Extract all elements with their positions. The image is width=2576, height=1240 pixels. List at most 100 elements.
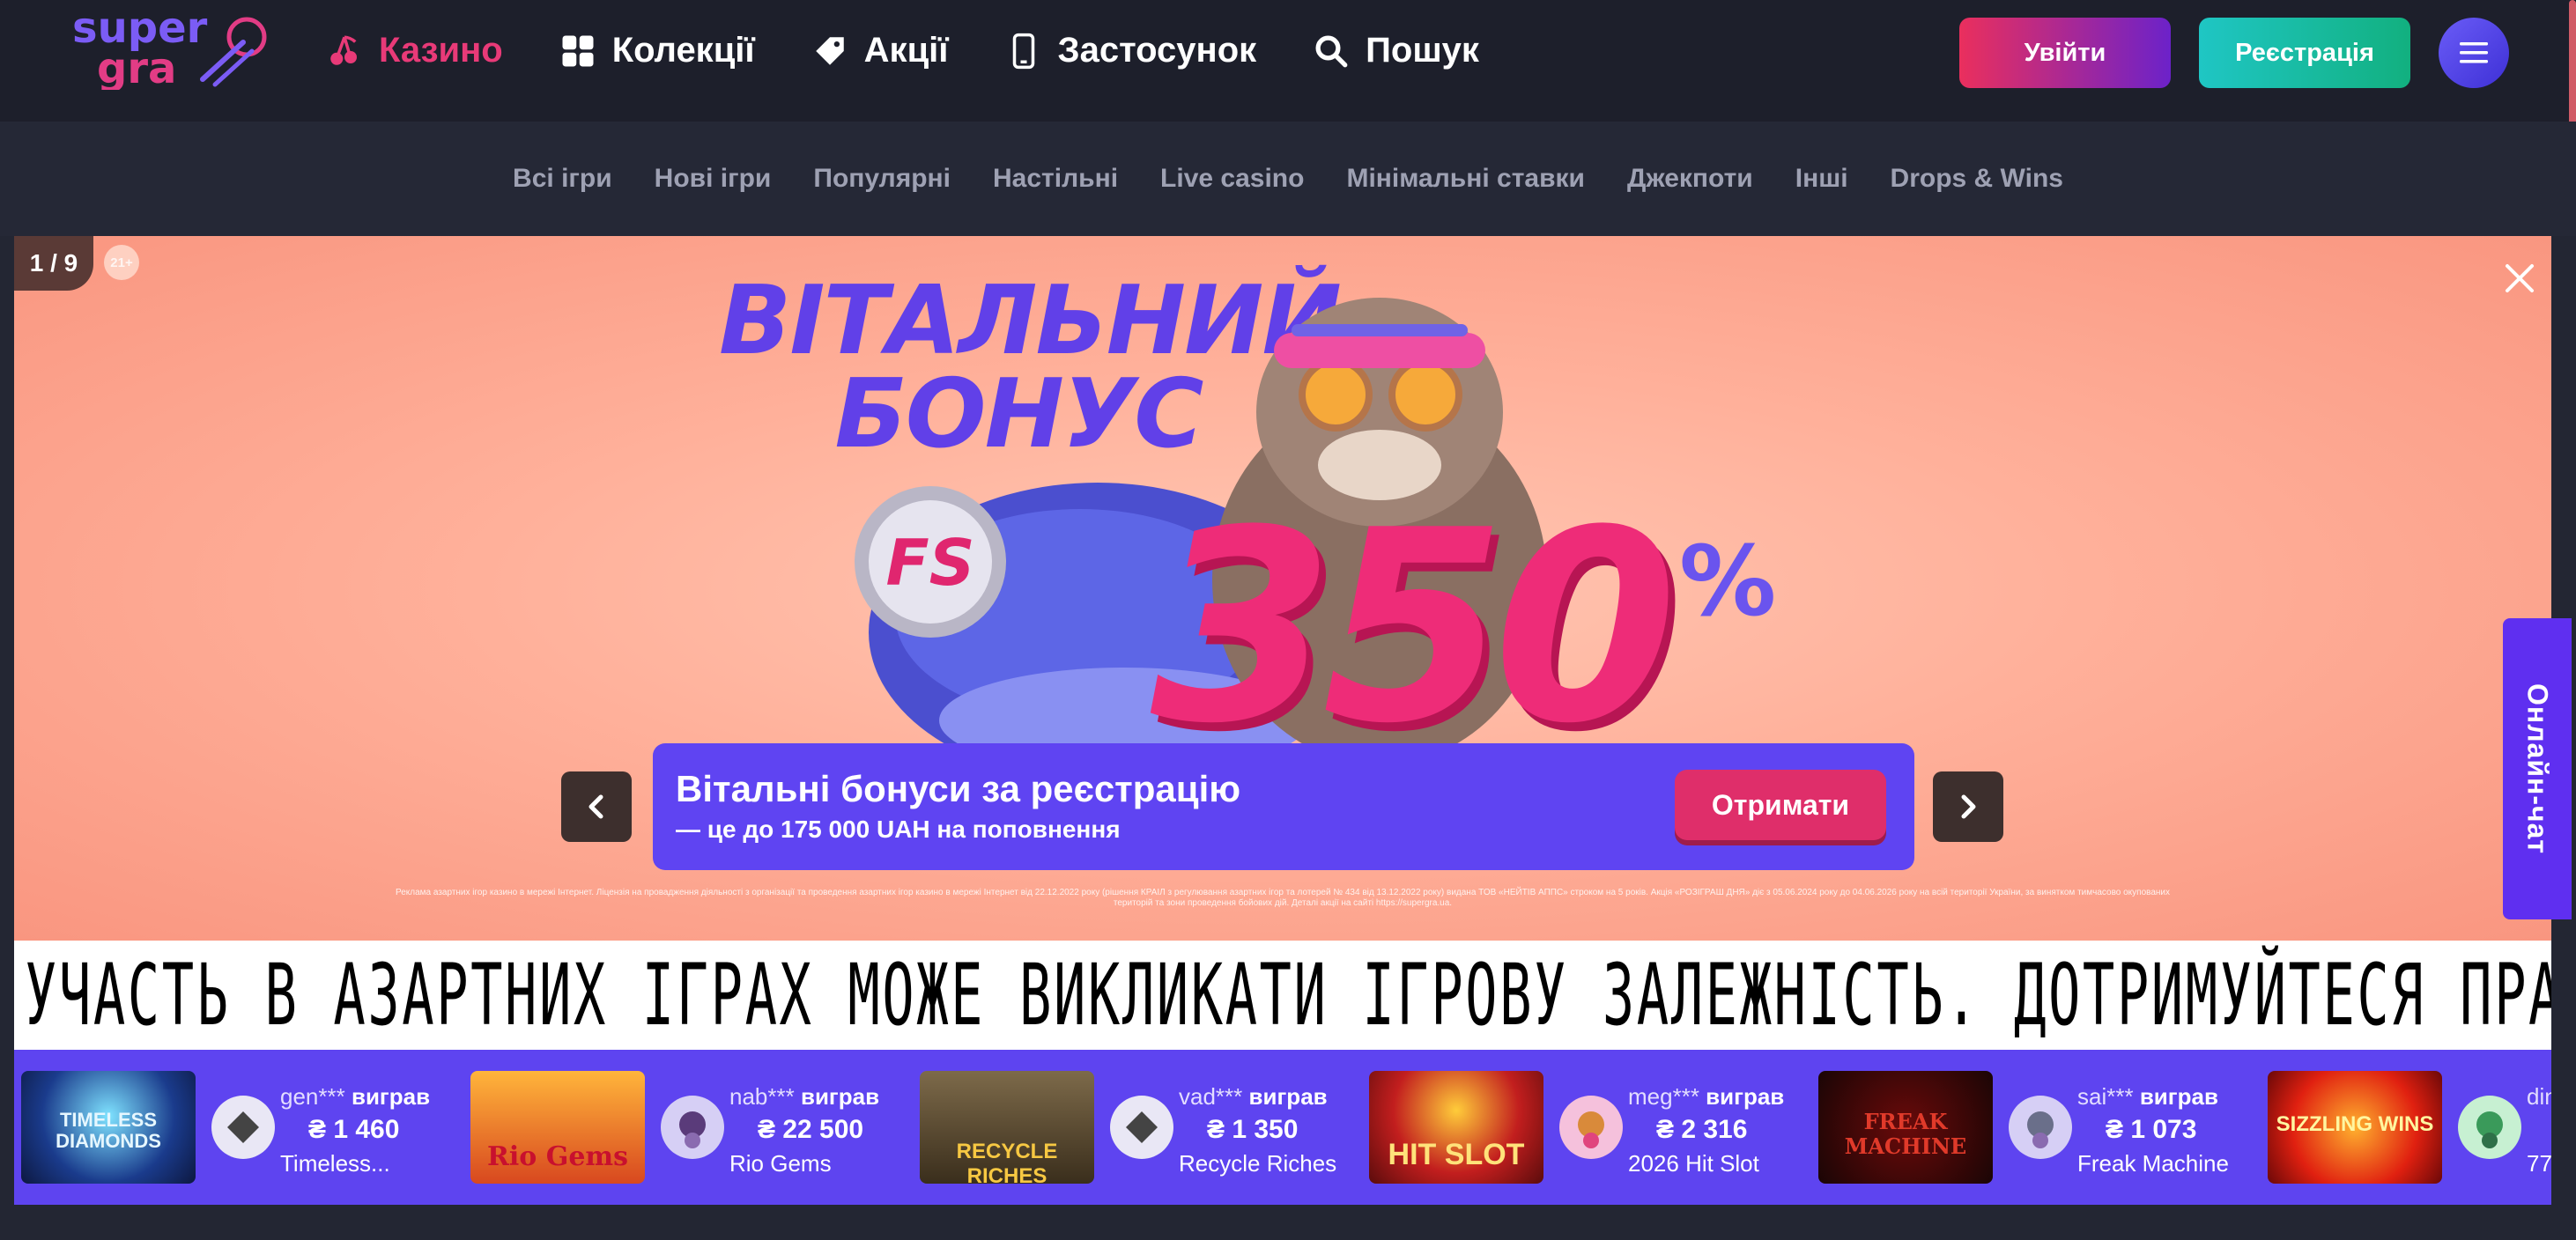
avatar xyxy=(661,1096,724,1159)
svg-text:gra: gra xyxy=(97,44,176,90)
avatar-character-icon xyxy=(2027,1111,2054,1148)
winner-item[interactable]: FREAK MACHINE sai*** виграв ₴ 1 073 Frea… xyxy=(1818,1071,2276,1184)
promo-card: Вітальні бонуси за реєстрацію — це до 17… xyxy=(653,743,1914,870)
subnav-table[interactable]: Настільні xyxy=(993,164,1118,194)
winner-amount: ₴ 22 500 xyxy=(758,1115,864,1144)
recent-winners-strip: TIMELESS DIAMONDS gen*** виграв ₴ 1 460 … xyxy=(14,1050,2551,1205)
game-thumbnail[interactable]: FREAK MACHINE xyxy=(1818,1071,1993,1184)
subnav-jackpots[interactable]: Джекпоти xyxy=(1627,164,1753,194)
online-chat-label: Онлайн-чат xyxy=(2521,683,2554,855)
winner-verb: виграв xyxy=(1706,1083,1785,1110)
next-slide-button[interactable] xyxy=(1933,771,2003,842)
chevron-right-icon xyxy=(1961,794,1976,819)
winner-item[interactable]: TIMELESS DIAMONDS gen*** виграв ₴ 1 460 … xyxy=(21,1071,479,1184)
main-nav: Казино Колекції Акції Застосунок Пошук xyxy=(326,0,1536,101)
avatar-character-icon xyxy=(679,1111,706,1148)
subnav-live-casino[interactable]: Live casino xyxy=(1160,164,1304,194)
game-thumbnail[interactable]: TIMELESS DIAMONDS xyxy=(21,1071,196,1184)
winner-game-name[interactable]: 77 xyxy=(2527,1150,2551,1177)
winner-verb: виграв xyxy=(2139,1083,2218,1110)
chevron-left-icon xyxy=(588,794,603,819)
register-button[interactable]: Реєстрація xyxy=(2199,18,2410,88)
winner-game-name[interactable]: Rio Gems xyxy=(729,1150,832,1177)
subnav-drops-wins[interactable]: Drops & Wins xyxy=(1891,164,2063,194)
game-thumbnail[interactable]: Rio Gems xyxy=(470,1071,645,1184)
svg-text:350: 350 xyxy=(1151,474,1671,773)
top-header: super gra Казино Колекції Акції Застосун… xyxy=(0,0,2576,122)
winner-username: meg*** xyxy=(1628,1083,1699,1110)
winner-username: gen*** xyxy=(280,1083,345,1110)
winner-item[interactable]: SIZZLING WINS din 77 xyxy=(2268,1071,2551,1184)
promo-banner[interactable]: 1 / 9 21+ ВІТАЛЬНИЙ БОНУС FS 350 350 % В… xyxy=(14,236,2551,941)
diamond-icon xyxy=(227,1111,259,1143)
nav-app[interactable]: Застосунок xyxy=(1005,31,1256,70)
phone-icon xyxy=(1012,33,1034,69)
subnav-new-games[interactable]: Нові ігри xyxy=(655,164,772,194)
winner-verb: виграв xyxy=(800,1083,880,1110)
game-thumbnail[interactable]: HIT SLOT xyxy=(1369,1071,1543,1184)
nav-promotions-label: Акції xyxy=(863,31,949,70)
winner-item[interactable]: HIT SLOT meg*** виграв ₴ 2 316 2026 Hit … xyxy=(1369,1071,1827,1184)
search-icon xyxy=(1315,35,1348,67)
prev-slide-button[interactable] xyxy=(561,771,632,842)
tag-icon xyxy=(815,36,844,65)
supergra-logo[interactable]: super gra xyxy=(70,5,278,90)
mascot-illustration: FS 350 350 % xyxy=(855,298,1776,773)
winner-verb: виграв xyxy=(1248,1083,1328,1110)
hamburger-icon xyxy=(2460,42,2488,63)
fs-coin-icon: FS xyxy=(855,486,1006,638)
svg-text:%: % xyxy=(1679,525,1776,638)
get-bonus-button[interactable]: Отримати xyxy=(1675,770,1886,840)
age-limit-badge: 21+ xyxy=(104,245,139,280)
nav-search-label: Пошук xyxy=(1366,31,1479,70)
promo-title: Вітальні бонуси за реєстрацію xyxy=(676,768,1241,809)
category-subnav: Всі ігри Нові ігри Популярні Настільні L… xyxy=(0,122,2576,236)
legal-disclaimer: Реклама азартних ігор казино в мережі Ін… xyxy=(395,888,2171,908)
online-chat-button[interactable]: Онлайн-чат xyxy=(2503,618,2572,919)
avatar xyxy=(2458,1096,2521,1159)
subnav-popular[interactable]: Популярні xyxy=(813,164,951,194)
nav-casino-label: Казино xyxy=(379,31,503,70)
winner-username: din xyxy=(2527,1083,2551,1110)
avatar xyxy=(1110,1096,1173,1159)
winner-game-name[interactable]: Recycle Riches xyxy=(1179,1150,1336,1177)
avatar-character-icon xyxy=(2476,1111,2503,1148)
slide-counter: 1 / 9 xyxy=(14,236,93,291)
winner-amount: ₴ 1 460 xyxy=(308,1115,400,1144)
nav-collections-label: Колекції xyxy=(611,31,755,70)
nav-search[interactable]: Пошук xyxy=(1313,31,1479,70)
promo-subtitle: — це до 175 000 UAH на поповнення xyxy=(676,816,1121,843)
game-thumbnail[interactable]: SIZZLING WINS xyxy=(2268,1071,2442,1184)
menu-button[interactable] xyxy=(2439,18,2509,88)
warning-text: УЧАСТЬ В АЗАРТНИХ ІГРАХ МОЖЕ ВИКЛИКАТИ І… xyxy=(25,946,2551,1044)
winner-amount: ₴ 2 316 xyxy=(1656,1115,1748,1144)
winner-verb: виграв xyxy=(351,1083,431,1110)
nav-casino[interactable]: Казино xyxy=(326,31,503,70)
avatar xyxy=(211,1096,275,1159)
diamond-icon xyxy=(1126,1111,1158,1143)
winner-game-name[interactable]: Freak Machine xyxy=(2077,1150,2229,1177)
nav-promotions[interactable]: Акції xyxy=(811,31,949,70)
nav-collections[interactable]: Колекції xyxy=(559,31,755,70)
avatar-character-icon xyxy=(1578,1111,1604,1148)
svg-text:FS: FS xyxy=(885,526,974,600)
winner-item[interactable]: RECYCLE RICHES vad*** виграв ₴ 1 350 Rec… xyxy=(920,1071,1378,1184)
winner-amount: ₴ 1 350 xyxy=(1207,1115,1299,1144)
avatar xyxy=(2009,1096,2072,1159)
game-thumbnail[interactable]: RECYCLE RICHES xyxy=(920,1071,1094,1184)
responsible-gaming-warning: УЧАСТЬ В АЗАРТНИХ ІГРАХ МОЖЕ ВИКЛИКАТИ І… xyxy=(14,941,2551,1050)
winner-amount: ₴ 1 073 xyxy=(2106,1115,2197,1144)
close-icon[interactable] xyxy=(2495,254,2544,303)
winner-username: nab*** xyxy=(729,1083,795,1110)
winner-username: sai*** xyxy=(2077,1083,2134,1110)
winner-game-name[interactable]: 2026 Hit Slot xyxy=(1628,1150,1759,1177)
subnav-all-games[interactable]: Всі ігри xyxy=(513,164,612,194)
subnav-min-bets[interactable]: Мінімальні ставки xyxy=(1346,164,1585,194)
avatar xyxy=(1559,1096,1623,1159)
winner-item[interactable]: Rio Gems nab*** виграв ₴ 22 500 Rio Gems xyxy=(470,1071,929,1184)
subnav-other[interactable]: Інші xyxy=(1795,164,1848,194)
winner-game-name[interactable]: Timeless... xyxy=(280,1150,390,1177)
cherry-icon xyxy=(330,35,357,65)
login-button[interactable]: Увійти xyxy=(1959,18,2171,88)
grid-icon xyxy=(562,35,594,66)
